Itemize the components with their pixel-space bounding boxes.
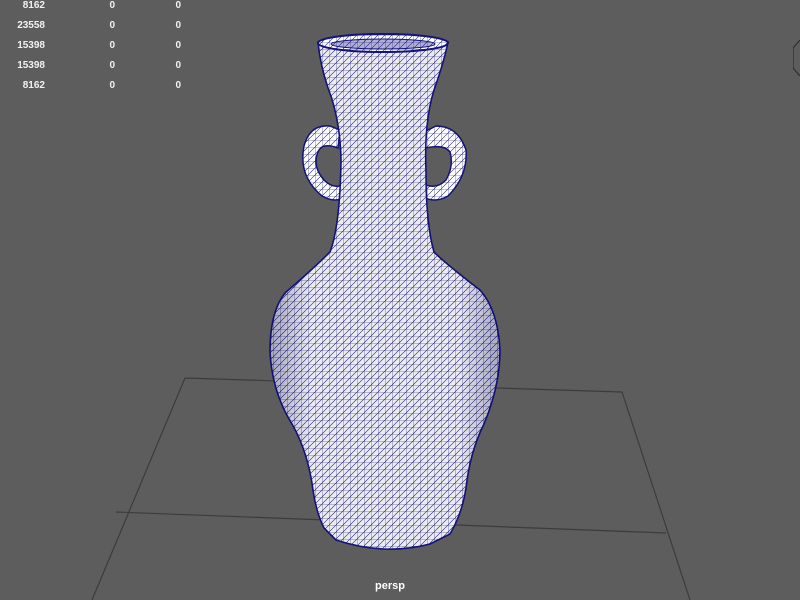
poly-count-hud: 8162 0 0 23558 0 0 15398 0 0 15398 0 0 8… — [0, 0, 200, 100]
grid-line-right — [621, 391, 691, 600]
vase-mesh[interactable] — [269, 33, 501, 550]
hud-value: 0 — [109, 80, 115, 91]
hud-row-uvs: 8162 0 0 — [0, 80, 200, 100]
hud-row-vertices: 8162 0 0 — [0, 0, 200, 20]
hud-value: 0 — [175, 20, 181, 31]
hud-value: 0 — [109, 40, 115, 51]
hud-value: 0 — [175, 80, 181, 91]
grid-line-left — [91, 377, 186, 600]
hud-row-tris: 15398 0 0 — [0, 60, 200, 80]
hud-value: 0 — [175, 0, 181, 11]
hud-value: 23558 — [17, 20, 45, 31]
hud-value: 8162 — [22, 0, 45, 11]
hud-value: 0 — [109, 20, 115, 31]
hud-value: 0 — [109, 0, 115, 11]
persp-viewport[interactable]: 8162 0 0 23558 0 0 15398 0 0 15398 0 0 8… — [0, 0, 800, 600]
hud-row-edges: 23558 0 0 — [0, 20, 200, 40]
hud-value: 15398 — [17, 60, 45, 71]
camera-name-label: persp — [375, 580, 405, 592]
hud-value: 0 — [175, 60, 181, 71]
hud-value: 15398 — [17, 40, 45, 51]
hud-row-faces: 15398 0 0 — [0, 40, 200, 60]
vase-rim-opening — [330, 38, 436, 50]
hud-value: 0 — [109, 60, 115, 71]
hud-value: 0 — [175, 40, 181, 51]
vase-shading — [270, 36, 500, 550]
hud-value: 8162 — [22, 80, 45, 91]
viewport-edge-handle[interactable] — [793, 40, 800, 76]
vase-handle-right — [421, 125, 467, 201]
